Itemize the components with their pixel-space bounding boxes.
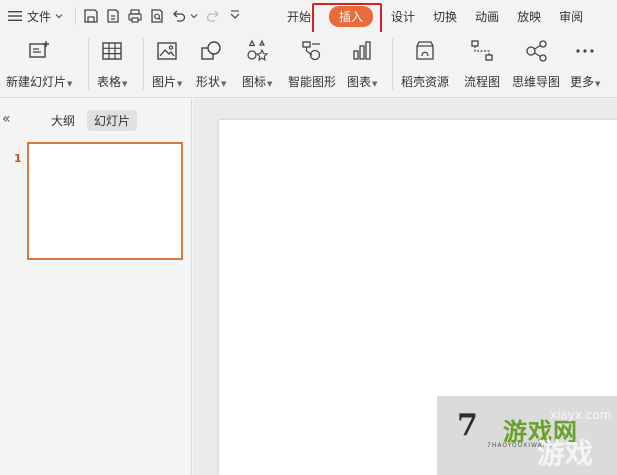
tab-outline[interactable]: 大纲 [44, 110, 82, 131]
dropdown-arrow-icon: ▼ [221, 80, 227, 88]
icon-library-icon [244, 38, 270, 64]
icon-label: 图标 [242, 75, 267, 89]
slide-panel: « 大纲 幻灯片 1 [0, 99, 192, 475]
insert-ribbon: 新建幻灯片▼ 表格▼ 图片▼ 形状▼ 图标▼ 智能图形 图表▼ 稻壳资源 流程图… [0, 32, 617, 98]
dropdown-arrow-icon: ▼ [372, 80, 378, 88]
icon-button[interactable]: 图标▼ [242, 38, 272, 90]
docer-icon [412, 38, 438, 64]
undo-dropdown-icon[interactable] [190, 12, 198, 20]
more-button[interactable]: 更多▼ [570, 38, 600, 90]
collapse-panel-icon[interactable]: « [2, 111, 11, 127]
mindmap-button[interactable]: 思维导图 [512, 38, 560, 90]
flowchart-label: 流程图 [464, 75, 501, 89]
chart-label: 图表 [347, 75, 372, 89]
save-icon[interactable] [83, 8, 99, 24]
print-preview-icon[interactable] [149, 8, 165, 24]
dropdown-arrow-icon: ▼ [67, 80, 73, 88]
picture-button[interactable]: 图片▼ [152, 38, 182, 90]
dropdown-arrow-icon: ▼ [595, 80, 601, 88]
divider [75, 7, 77, 25]
divider [143, 38, 144, 90]
picture-icon [154, 38, 180, 64]
redo-icon[interactable] [205, 8, 221, 24]
smart-art-icon [299, 38, 325, 64]
smart-art-label: 智能图形 [288, 75, 337, 89]
smart-art-button[interactable]: 智能图形 [288, 38, 336, 90]
dropdown-arrow-icon: ▼ [177, 80, 183, 88]
export-pdf-icon[interactable] [105, 8, 121, 24]
tab-slideshow[interactable]: 放映 [508, 0, 550, 32]
table-icon [99, 38, 125, 64]
divider [88, 38, 89, 90]
shape-button[interactable]: 形状▼ [196, 38, 226, 90]
chevron-down-icon[interactable] [55, 12, 63, 20]
insert-tab-highlight [312, 3, 382, 35]
table-label: 表格 [97, 75, 122, 89]
shape-label: 形状 [196, 75, 221, 89]
chart-button[interactable]: 图表▼ [347, 38, 377, 90]
flowchart-icon [469, 38, 495, 64]
print-icon[interactable] [127, 8, 143, 24]
tab-review[interactable]: 审阅 [550, 0, 592, 32]
divider [392, 38, 393, 90]
new-slide-button[interactable]: 新建幻灯片▼ [6, 38, 72, 90]
picture-label: 图片 [152, 75, 177, 89]
dropdown-arrow-icon: ▼ [122, 80, 128, 88]
slide-number: 1 [14, 152, 22, 165]
new-slide-label: 新建幻灯片 [6, 75, 67, 89]
shape-icon [198, 38, 224, 64]
watermark-url: xiayx.com [550, 408, 612, 422]
docer-resources-button[interactable]: 稻壳资源 [401, 38, 449, 90]
tab-transitions[interactable]: 切换 [424, 0, 466, 32]
tab-animations[interactable]: 动画 [466, 0, 508, 32]
watermark-logo-number: 7 [457, 408, 478, 443]
flowchart-button[interactable]: 流程图 [464, 38, 500, 90]
docer-label: 稻壳资源 [401, 75, 450, 89]
slide-thumbnail[interactable] [27, 142, 183, 260]
more-label: 更多 [570, 75, 595, 89]
watermark-game-text: 游戏 [537, 437, 594, 470]
mindmap-icon [523, 38, 549, 64]
menu-bar: 文件 开始 插入 设计 切换 动画 放映 审阅 [0, 0, 617, 35]
customize-toolbar-icon[interactable] [227, 8, 243, 24]
new-slide-icon [26, 38, 52, 64]
more-dots-icon [572, 38, 598, 64]
undo-icon[interactable] [171, 8, 187, 24]
mindmap-label: 思维导图 [512, 75, 561, 89]
dropdown-arrow-icon: ▼ [267, 80, 273, 88]
wps-presentation-window: 文件 开始 插入 设计 切换 动画 放映 审阅 新建幻灯片▼ 表格▼ 图片▼ 形… [0, 0, 617, 475]
site-watermark: 7 游戏网 xiayx.com 7HAOYOUXIWANG 游戏 [437, 396, 617, 475]
table-button[interactable]: 表格▼ [97, 38, 127, 90]
hamburger-menu-icon[interactable] [8, 10, 22, 22]
file-menu[interactable]: 文件 [27, 8, 51, 25]
tab-design[interactable]: 设计 [382, 0, 424, 32]
tab-slides[interactable]: 幻灯片 [87, 110, 138, 131]
chart-icon [349, 38, 375, 64]
